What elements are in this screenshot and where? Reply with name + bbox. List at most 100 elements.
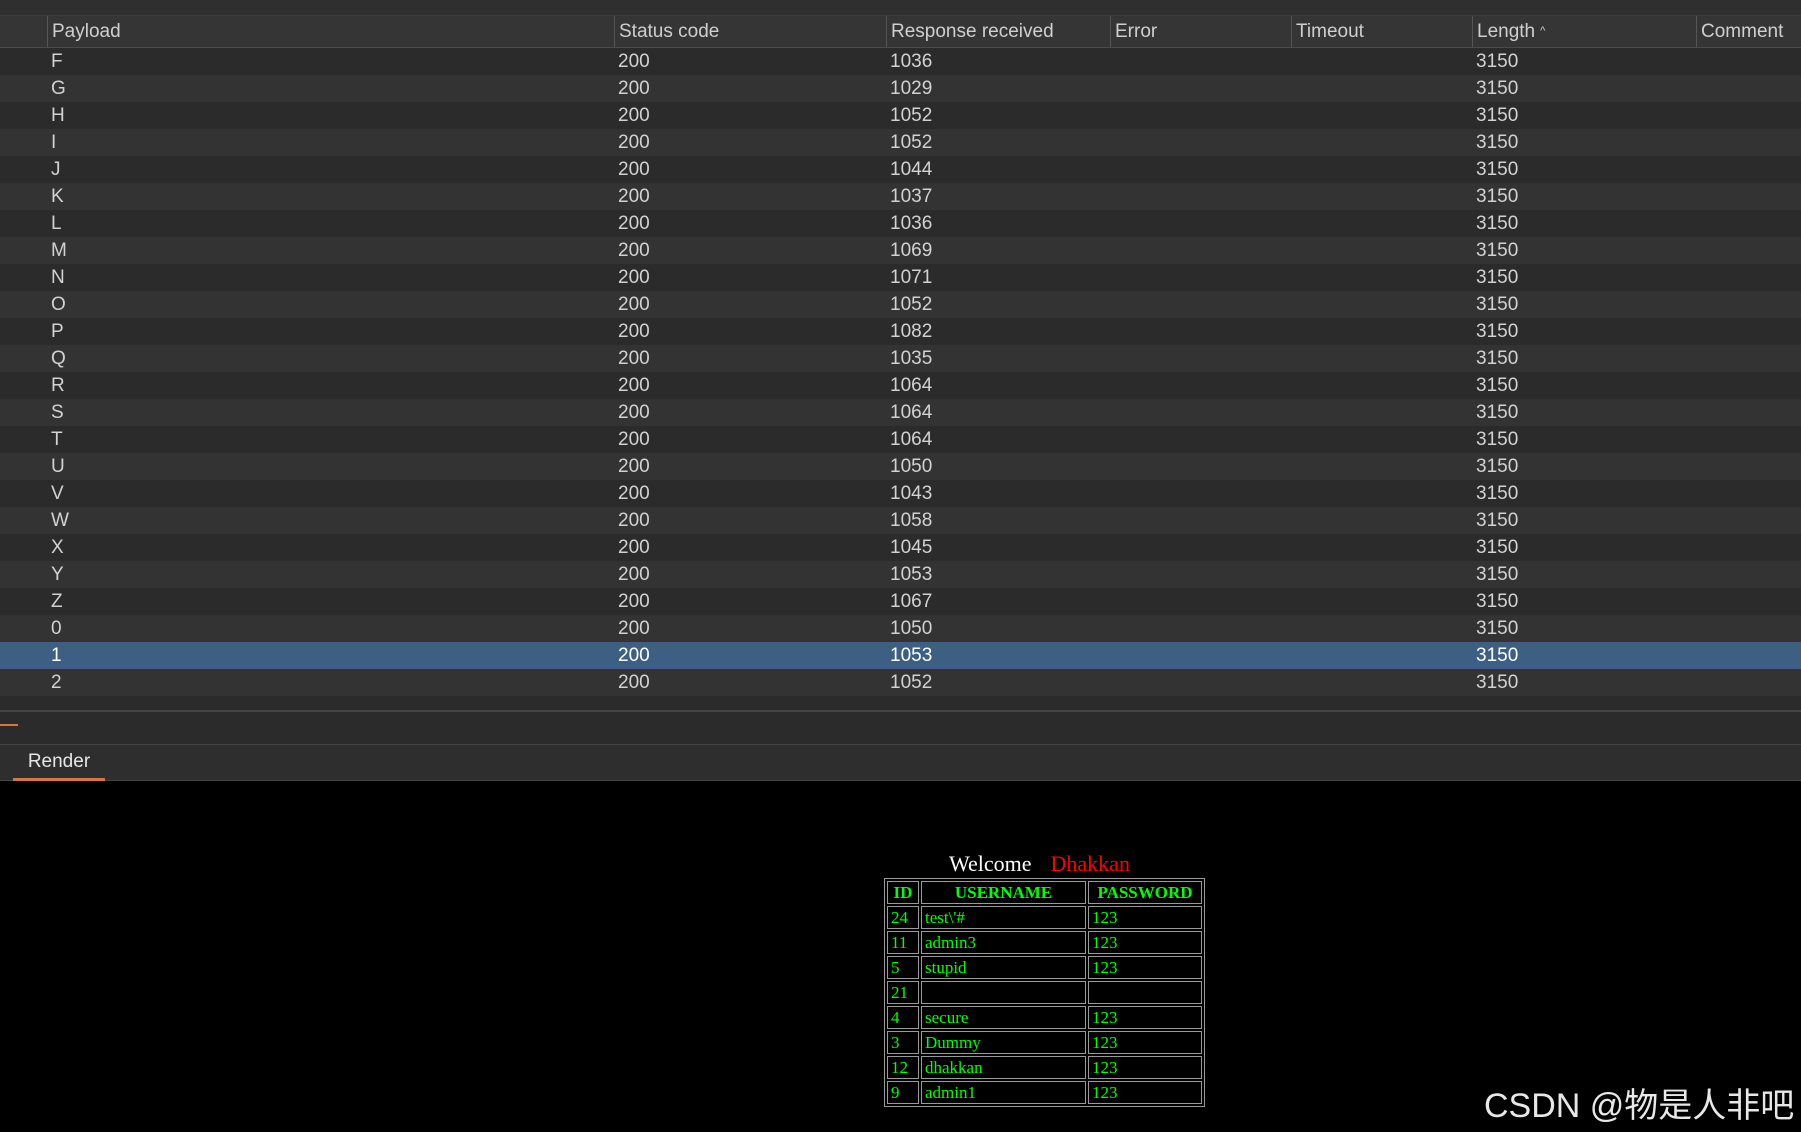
cell-status-code: 200 (618, 348, 650, 369)
table-row[interactable]: N 200 1071 3150 (0, 264, 1801, 291)
column-header-comment[interactable]: Comment (1696, 16, 1801, 47)
cell-response-received: 1037 (890, 186, 933, 207)
user-username-cell: admin3 (921, 931, 1086, 954)
cell-payload: K (51, 186, 64, 207)
cell-length: 3150 (1476, 645, 1519, 666)
cell-response-received: 1044 (890, 159, 933, 180)
cell-response-received: 1029 (890, 78, 933, 99)
cell-status-code: 200 (618, 402, 650, 423)
cell-payload: N (51, 267, 65, 288)
column-header-error[interactable]: Error (1110, 16, 1291, 47)
cell-response-received: 1071 (890, 267, 933, 288)
table-row[interactable]: K 200 1037 3150 (0, 183, 1801, 210)
cell-status-code: 200 (618, 51, 650, 72)
column-header-length-label: Length (1477, 21, 1536, 42)
table-row[interactable]: R 200 1064 3150 (0, 372, 1801, 399)
cell-response-received: 1050 (890, 618, 933, 639)
user-id-cell: 24 (887, 906, 919, 929)
user-id-cell: 11 (887, 931, 919, 954)
cell-length: 3150 (1476, 456, 1519, 477)
panel-splitter[interactable] (0, 710, 1801, 744)
user-row: 12 dhakkan 123 (887, 1056, 1202, 1079)
user-password-cell: 123 (1088, 1031, 1202, 1054)
column-header-timeout[interactable]: Timeout (1291, 16, 1472, 47)
table-row[interactable]: Q 200 1035 3150 (0, 345, 1801, 372)
cell-response-received: 1045 (890, 537, 933, 558)
cell-status-code: 200 (618, 483, 650, 504)
table-row[interactable]: H 200 1052 3150 (0, 102, 1801, 129)
cell-length: 3150 (1476, 537, 1519, 558)
cell-length: 3150 (1476, 375, 1519, 396)
cell-payload: V (51, 483, 64, 504)
user-password-cell: 123 (1088, 931, 1202, 954)
cell-length: 3150 (1476, 159, 1519, 180)
cell-length: 3150 (1476, 402, 1519, 423)
cell-length: 3150 (1476, 240, 1519, 261)
cell-response-received: 1052 (890, 672, 933, 693)
column-header-payload[interactable]: Payload (47, 16, 614, 47)
cell-length: 3150 (1476, 78, 1519, 99)
table-row[interactable]: J 200 1044 3150 (0, 156, 1801, 183)
user-password-cell: 123 (1088, 1006, 1202, 1029)
cell-response-received: 1036 (890, 213, 933, 234)
table-row[interactable]: Y 200 1053 3150 (0, 561, 1801, 588)
column-header-length[interactable]: Length ^ (1472, 16, 1696, 47)
results-table: Payload Status code Response received Er… (0, 16, 1801, 710)
cell-length: 3150 (1476, 132, 1519, 153)
table-row[interactable]: 2 200 1052 3150 (0, 669, 1801, 696)
table-row[interactable]: U 200 1050 3150 (0, 453, 1801, 480)
cell-length: 3150 (1476, 510, 1519, 531)
top-strip (0, 0, 1801, 16)
user-username-cell: admin1 (921, 1081, 1086, 1104)
table-row[interactable]: O 200 1052 3150 (0, 291, 1801, 318)
table-row-selected[interactable]: 1 200 1053 3150 (0, 642, 1801, 669)
cell-status-code: 200 (618, 456, 650, 477)
column-header-status-code[interactable]: Status code (614, 16, 886, 47)
table-row[interactable]: P 200 1082 3150 (0, 318, 1801, 345)
table-row[interactable]: V 200 1043 3150 (0, 480, 1801, 507)
cell-status-code: 200 (618, 375, 650, 396)
cell-status-code: 200 (618, 618, 650, 639)
table-row[interactable]: Z 200 1067 3150 (0, 588, 1801, 615)
cell-length: 3150 (1476, 321, 1519, 342)
table-row[interactable]: S 200 1064 3150 (0, 399, 1801, 426)
cell-response-received: 1043 (890, 483, 933, 504)
user-password-cell (1088, 981, 1202, 1004)
table-row[interactable]: W 200 1058 3150 (0, 507, 1801, 534)
cell-response-received: 1036 (890, 51, 933, 72)
table-row[interactable]: G 200 1029 3150 (0, 75, 1801, 102)
user-row: 11 admin3 123 (887, 931, 1202, 954)
cell-status-code: 200 (618, 267, 650, 288)
response-viewer-tabs: Render (0, 744, 1801, 781)
user-id-cell: 21 (887, 981, 919, 1004)
cell-status-code: 200 (618, 564, 650, 585)
cell-length: 3150 (1476, 429, 1519, 450)
cell-status-code: 200 (618, 645, 650, 666)
cell-status-code: 200 (618, 186, 650, 207)
table-row[interactable]: L 200 1036 3150 (0, 210, 1801, 237)
cell-status-code: 200 (618, 132, 650, 153)
tab-render[interactable]: Render (13, 745, 105, 781)
cell-response-received: 1069 (890, 240, 933, 261)
table-row[interactable]: 0 200 1050 3150 (0, 615, 1801, 642)
users-table: ID USERNAME PASSWORD 24 test\'# 123 11 admin… (884, 878, 1205, 1107)
cell-payload: I (51, 132, 57, 153)
table-row[interactable]: I 200 1052 3150 (0, 129, 1801, 156)
table-row[interactable]: T 200 1064 3150 (0, 426, 1801, 453)
table-row[interactable]: M 200 1069 3150 (0, 237, 1801, 264)
table-row[interactable]: F 200 1036 3150 (0, 48, 1801, 75)
users-header-id: ID (887, 881, 919, 904)
user-id-cell: 5 (887, 956, 919, 979)
results-table-header: Payload Status code Response received Er… (0, 16, 1801, 48)
cell-payload: H (51, 105, 65, 126)
cell-length: 3150 (1476, 213, 1519, 234)
cell-payload: P (51, 321, 64, 342)
table-row[interactable]: X 200 1045 3150 (0, 534, 1801, 561)
cell-response-received: 1053 (890, 645, 933, 666)
cell-payload: 2 (51, 672, 62, 693)
row-number-header[interactable] (0, 16, 47, 47)
cell-status-code: 200 (618, 213, 650, 234)
cell-status-code: 200 (618, 78, 650, 99)
user-id-cell: 9 (887, 1081, 919, 1104)
column-header-response-received[interactable]: Response received (886, 16, 1110, 47)
